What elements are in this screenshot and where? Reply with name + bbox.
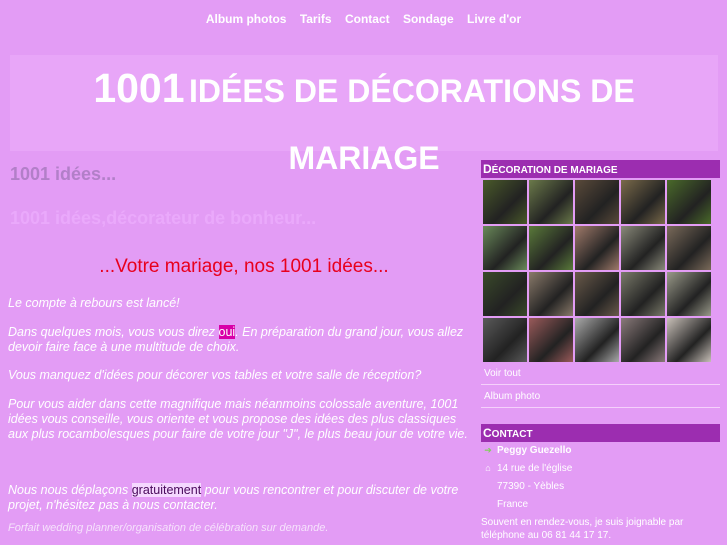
header-cap: D: [483, 162, 492, 176]
gallery-photo[interactable]: [483, 180, 527, 224]
arrow-right-icon: ➔: [484, 445, 492, 455]
gallery-photo[interactable]: [621, 318, 665, 362]
paragraph-oui: Dans quelques mois, vous vous direz oui.…: [8, 325, 476, 355]
title-line1: IDÉES DE DÉCORATIONS DE: [188, 73, 635, 109]
heading-decorateur: 1001 idées,décorateur de bonheur...: [10, 208, 317, 228]
contact-name: Peggy Guezello: [497, 445, 572, 456]
gallery-photo[interactable]: [529, 180, 573, 224]
gallery-photo[interactable]: [667, 318, 711, 362]
gallery-photo[interactable]: [575, 272, 619, 316]
gallery-header: Décoration de mariage: [481, 160, 720, 178]
highlight-gratuitement: gratuitement: [131, 483, 202, 497]
sidebar: Décoration de mariage Voir tout Album ph…: [481, 160, 720, 542]
gallery-photo[interactable]: [483, 226, 527, 270]
contact-name-line: ➔ Peggy Guezello: [481, 442, 720, 460]
nav-sondage[interactable]: Sondage: [403, 12, 454, 26]
contact-note: Souvent en rendez-vous, je suis joignabl…: [481, 517, 684, 541]
header-rest: écoration de mariage: [491, 165, 618, 176]
contact-street: 14 rue de l'église: [497, 463, 573, 474]
top-nav: Album photos Tarifs Contact Sondage Livr…: [0, 12, 727, 26]
gallery-photo[interactable]: [667, 272, 711, 316]
nav-album-photos[interactable]: Album photos: [206, 12, 287, 26]
title-number: 1001: [93, 65, 185, 111]
header-cap: C: [483, 426, 492, 440]
header-rest: ontact: [491, 429, 533, 440]
forfait-note: Forfait wedding planner/organisation de …: [8, 522, 329, 534]
highlight-oui: oui: [218, 325, 236, 339]
link-album-photo[interactable]: Album photo: [481, 385, 720, 408]
gallery-photo[interactable]: [483, 272, 527, 316]
text-fragment: Dans quelques mois, vous vous direz: [8, 325, 219, 339]
gallery-photo[interactable]: [621, 272, 665, 316]
contact-street-line: ⌂ 14 rue de l'église: [481, 460, 720, 478]
photo-gallery: [483, 180, 720, 362]
gallery-photo[interactable]: [575, 180, 619, 224]
slogan: ...Votre mariage, nos 1001 idées...: [99, 256, 389, 277]
paragraph-countdown: Le compte à rebours est lancé!: [8, 296, 180, 310]
gallery-photo[interactable]: [667, 226, 711, 270]
gallery-photo[interactable]: [483, 318, 527, 362]
paragraph-aventure: Pour vous aider dans cette magnifique ma…: [8, 397, 468, 441]
paragraph-deplacons: Nous nous déplaçons gratuitement pour vo…: [8, 483, 476, 513]
nav-tarifs[interactable]: Tarifs: [300, 12, 332, 26]
nav-livre-dor[interactable]: Livre d'or: [467, 12, 521, 26]
gallery-photo[interactable]: [529, 272, 573, 316]
contact-city: 77390 - Yèbles: [497, 481, 565, 492]
gallery-photo[interactable]: [529, 318, 573, 362]
contact-country-line: France: [481, 496, 720, 514]
contact-city-line: 77390 - Yèbles: [481, 478, 720, 496]
gallery-photo[interactable]: [621, 226, 665, 270]
heading-ideas: 1001 idées...: [10, 164, 117, 184]
contact-country: France: [497, 499, 529, 510]
link-voir-tout[interactable]: Voir tout: [481, 362, 720, 385]
house-icon: ⌂: [485, 463, 491, 473]
gallery-photo[interactable]: [621, 180, 665, 224]
paragraph-manquez: Vous manquez d'idées pour décorer vos ta…: [8, 368, 422, 382]
gallery-photo[interactable]: [575, 318, 619, 362]
gallery-photo[interactable]: [575, 226, 619, 270]
nav-contact[interactable]: Contact: [345, 12, 390, 26]
contact-header: Contact: [481, 424, 720, 442]
text-fragment: Nous nous déplaçons: [8, 483, 132, 497]
gallery-photo[interactable]: [667, 180, 711, 224]
gallery-photo[interactable]: [529, 226, 573, 270]
